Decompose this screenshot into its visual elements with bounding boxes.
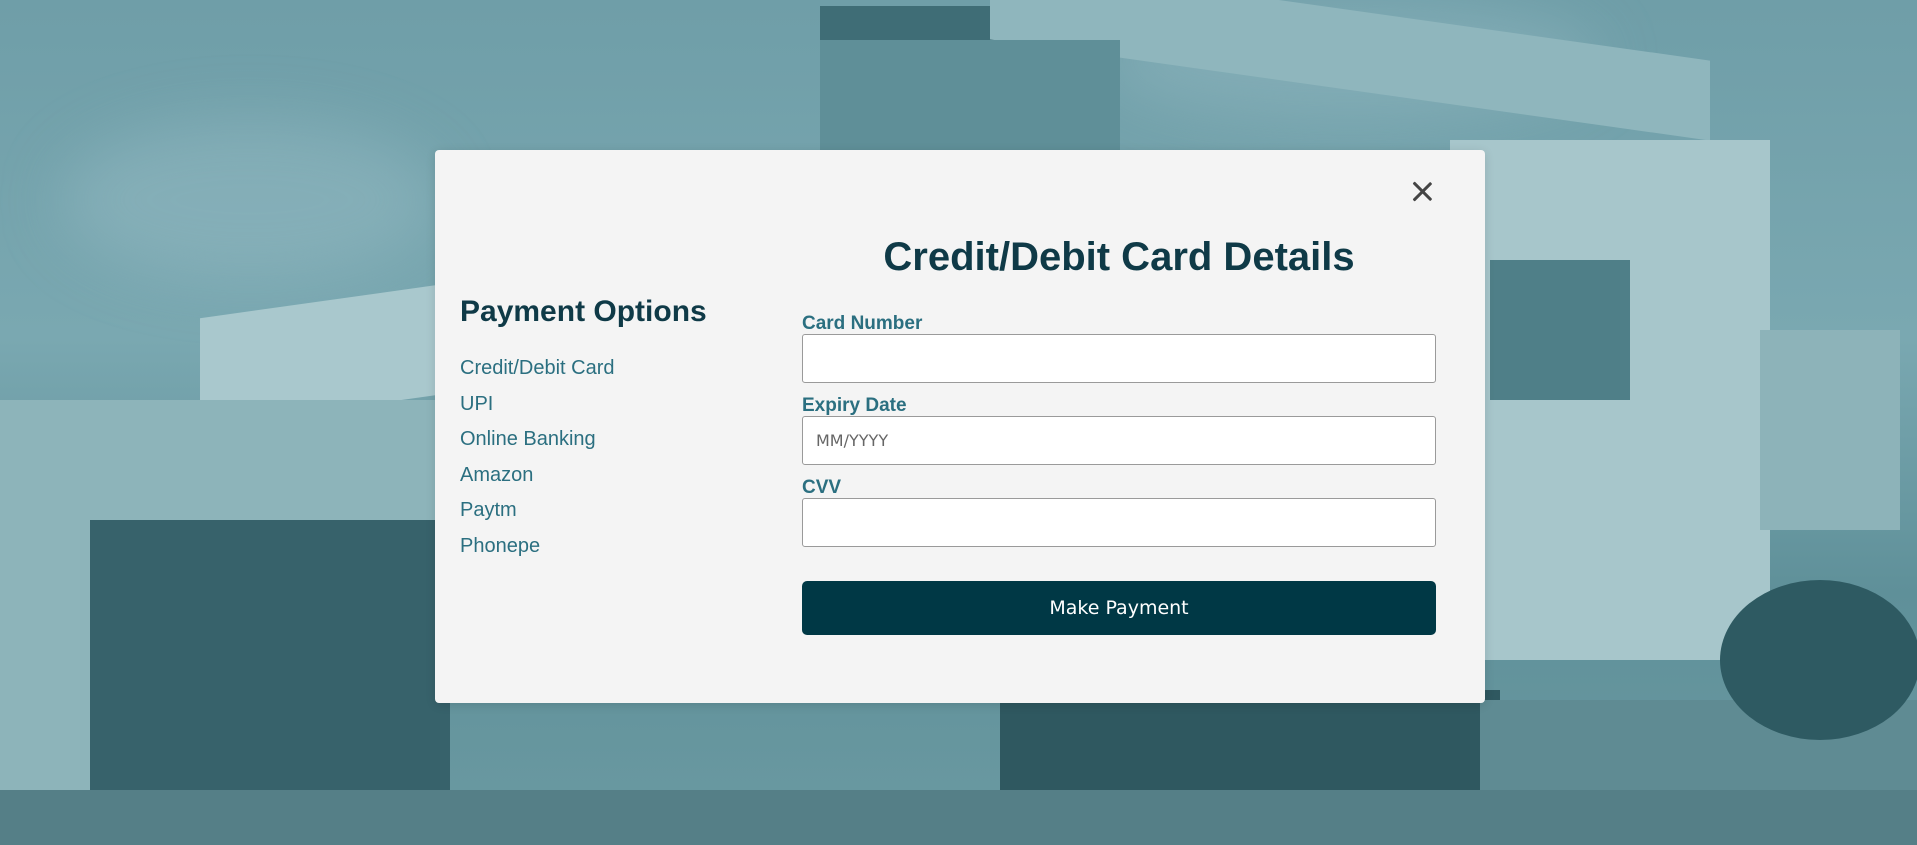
- payment-modal: Payment Options Credit/Debit Card UPI On…: [435, 150, 1485, 703]
- payment-option-paytm[interactable]: Paytm: [460, 493, 760, 529]
- expiry-date-label: Expiry Date: [802, 395, 907, 416]
- cvv-label: CVV: [802, 477, 842, 498]
- make-payment-button[interactable]: Make Payment: [802, 581, 1436, 635]
- close-icon[interactable]: [1409, 178, 1435, 204]
- payment-options-title: Payment Options: [460, 295, 707, 328]
- expiry-date-field-group: Expiry Date: [802, 396, 1436, 465]
- payment-option-upi[interactable]: UPI: [460, 387, 760, 423]
- cvv-input[interactable]: [802, 498, 1436, 547]
- payment-option-card[interactable]: Credit/Debit Card: [460, 351, 760, 387]
- card-details-form: Credit/Debit Card Details Card Number Ex…: [802, 235, 1436, 635]
- expiry-date-input[interactable]: [802, 416, 1436, 465]
- form-title: Credit/Debit Card Details: [883, 235, 1355, 279]
- card-number-input[interactable]: [802, 334, 1436, 383]
- payment-option-amazon[interactable]: Amazon: [460, 458, 760, 494]
- payment-option-phonepe[interactable]: Phonepe: [460, 529, 760, 565]
- payment-option-online-banking[interactable]: Online Banking: [460, 422, 760, 458]
- cvv-field-group: CVV: [802, 478, 1436, 547]
- card-number-label: Card Number: [802, 313, 923, 334]
- payment-options-list: Credit/Debit Card UPI Online Banking Ama…: [460, 351, 760, 564]
- card-number-field-group: Card Number: [802, 314, 1436, 383]
- payment-options-panel: Payment Options Credit/Debit Card UPI On…: [460, 295, 760, 564]
